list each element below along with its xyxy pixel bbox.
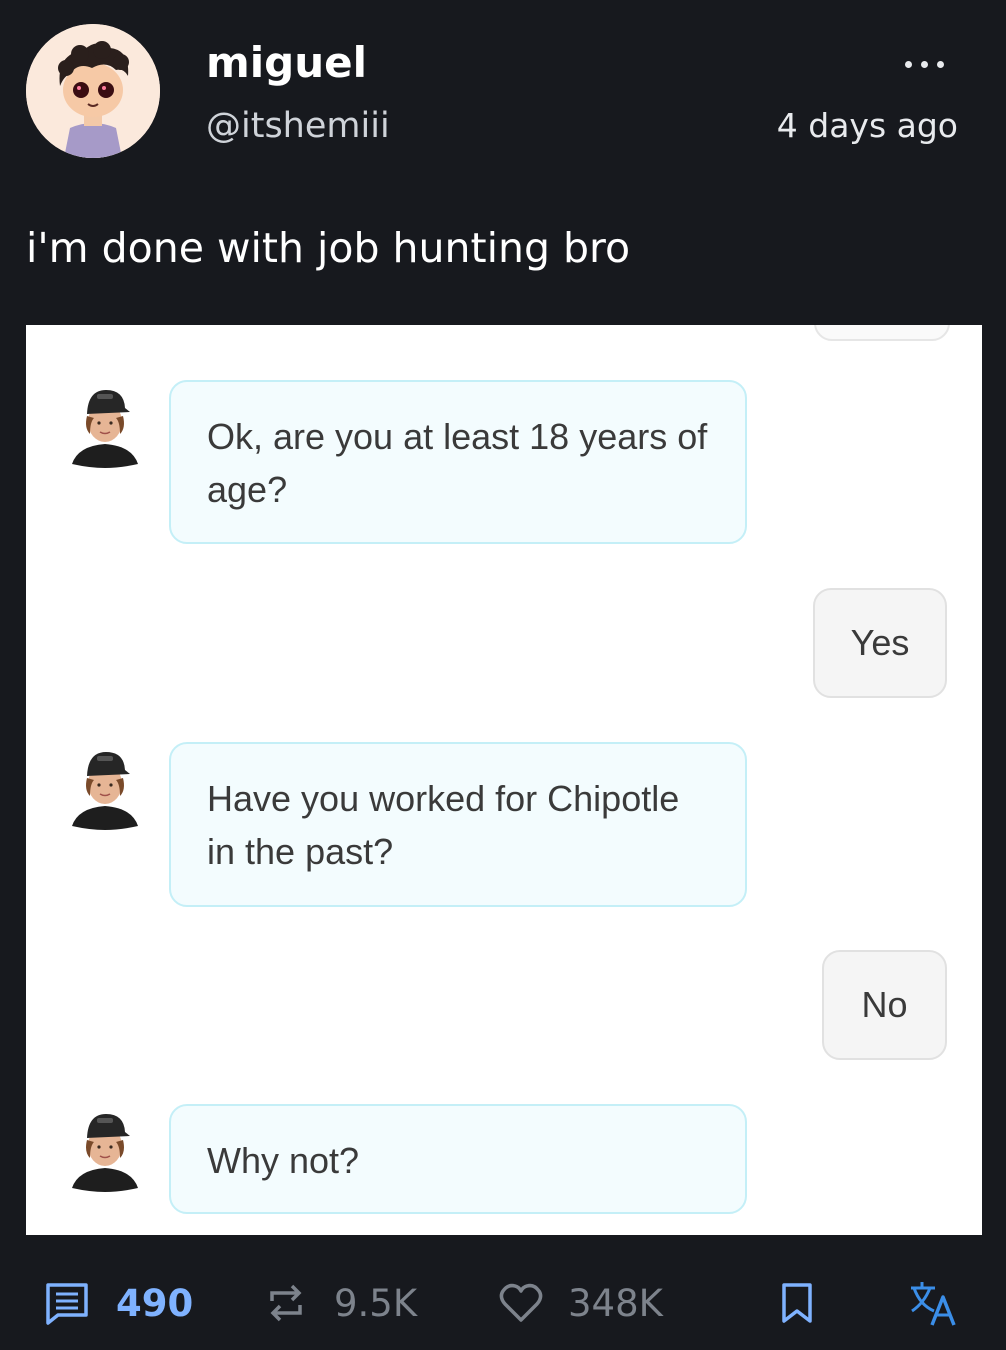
translate-button[interactable] [908, 1274, 958, 1332]
author-handle[interactable]: @itshemiii [206, 104, 390, 148]
user-message: Yes [813, 588, 947, 698]
heart-icon [498, 1282, 544, 1324]
author-avatar[interactable] [26, 24, 160, 158]
user-message: No [822, 950, 947, 1060]
bot-avatar [70, 1104, 140, 1192]
bot-message: Why not? [169, 1104, 747, 1214]
like-count: 348K [568, 1281, 663, 1325]
bot-message: Ok, are you at least 18 years of age? [169, 380, 747, 544]
bot-avatar [70, 742, 140, 830]
post-image[interactable]: Ok, are you at least 18 years of age? Ye… [26, 325, 982, 1235]
more-options-icon[interactable] [892, 40, 956, 88]
bot-avatar [70, 380, 140, 468]
like-button[interactable]: 348K [498, 1274, 663, 1332]
bookmark-button[interactable] [780, 1274, 814, 1332]
comment-icon [44, 1281, 90, 1325]
post-timestamp: 4 days ago [776, 106, 958, 145]
author-name[interactable]: miguel [206, 38, 367, 88]
post-text: i'm done with job hunting bro [26, 224, 631, 272]
clipped-user-bubble [814, 325, 950, 341]
repost-button[interactable]: 9.5K [266, 1274, 417, 1332]
reply-button[interactable]: 490 [44, 1274, 193, 1332]
bookmark-icon [780, 1281, 814, 1325]
repost-icon [266, 1281, 306, 1325]
repost-count: 9.5K [334, 1281, 418, 1325]
bot-message: Have you worked for Chipotle in the past… [169, 742, 747, 907]
translate-icon [908, 1279, 958, 1327]
reply-count: 490 [116, 1281, 194, 1325]
